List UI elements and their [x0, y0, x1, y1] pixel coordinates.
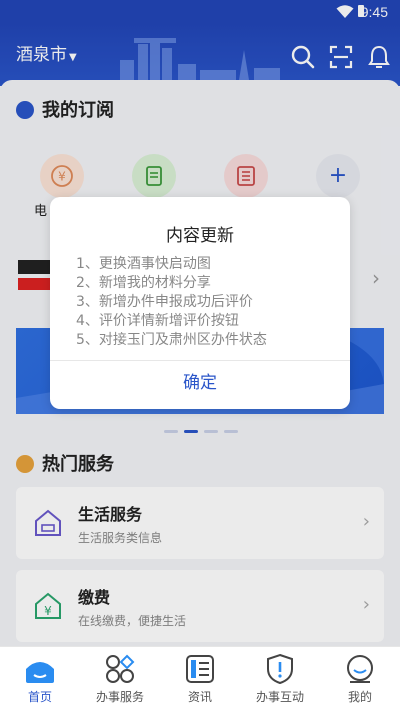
bottom-tab-bar: 首页 办事服务 资讯 办事互动 我的: [0, 646, 400, 711]
tab-label: 首页: [27, 690, 52, 704]
tab-profile[interactable]: 我的: [320, 647, 400, 711]
update-item: 3、新增办件申报成功后评价: [76, 294, 253, 310]
update-list: 1、更换酒事快启动图 2、新增我的材料分享 3、新增办件申报成功后评价 4、评价…: [76, 255, 267, 350]
update-item: 2、新增我的材料分享: [76, 275, 211, 291]
tab-home[interactable]: 首页: [0, 647, 80, 711]
tab-label: 我的: [347, 690, 372, 704]
update-dialog: 内容更新 1、更换酒事快启动图 2、新增我的材料分享 3、新增办件申报成功后评价…: [50, 197, 350, 409]
tab-news[interactable]: 资讯: [160, 647, 240, 711]
home-icon: [26, 662, 54, 683]
apps-icon: [106, 654, 135, 683]
dialog-title: 内容更新: [166, 226, 234, 246]
tab-label: 资讯: [187, 690, 212, 704]
shield-alert-icon: [267, 653, 293, 685]
update-item: 4、评价详情新增评价按钮: [76, 313, 239, 329]
news-icon: [186, 655, 214, 683]
update-item: 1、更换酒事快启动图: [76, 256, 211, 272]
tab-services[interactable]: 办事服务: [80, 647, 160, 711]
smile-user-icon: [347, 655, 373, 683]
update-item: 5、对接玉门及肃州区办件状态: [76, 332, 267, 348]
tab-label: 办事互动: [255, 690, 304, 704]
tab-label: 办事服务: [95, 690, 144, 704]
confirm-button[interactable]: 确定: [50, 361, 350, 408]
tab-interaction[interactable]: 办事互动: [240, 647, 320, 711]
